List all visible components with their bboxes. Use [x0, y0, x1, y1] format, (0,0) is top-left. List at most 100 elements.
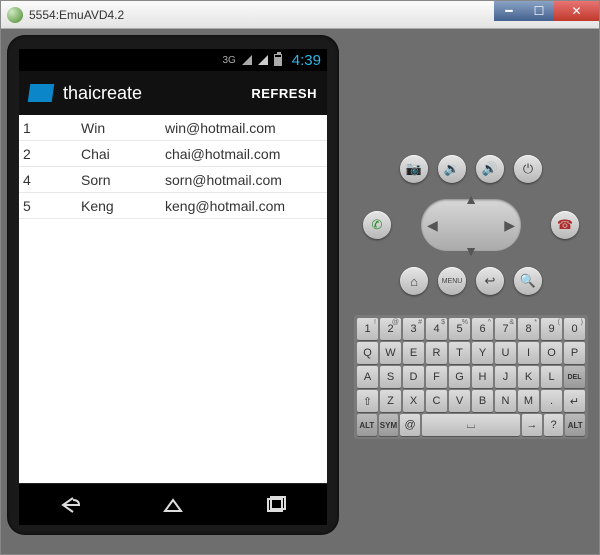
window-close-button[interactable]: ✕ [554, 1, 599, 21]
key-t[interactable]: T [449, 342, 470, 364]
list-item[interactable]: 1 Win win@hotmail.com [19, 115, 327, 141]
search-button[interactable]: 🔍 [514, 267, 542, 295]
list-item[interactable]: 2 Chai chai@hotmail.com [19, 141, 327, 167]
row-id: 4 [19, 172, 81, 188]
key-9[interactable]: 9( [541, 318, 562, 340]
key-2[interactable]: 2@ [380, 318, 401, 340]
key-3[interactable]: 3# [403, 318, 424, 340]
app-action-bar: thaicreate REFRESH [19, 71, 327, 115]
back-button[interactable]: ↩ [476, 267, 504, 295]
key-z[interactable]: Z [380, 390, 401, 412]
android-emulator-icon [7, 7, 23, 23]
key-i[interactable]: I [518, 342, 539, 364]
key-5[interactable]: 5% [449, 318, 470, 340]
dpad-right-icon[interactable]: ▶ [504, 217, 515, 234]
row-name: Win [81, 120, 165, 136]
row-name: Chai [81, 146, 165, 162]
key-v[interactable]: V [449, 390, 470, 412]
key-e[interactable]: E [403, 342, 424, 364]
key-7[interactable]: 7& [495, 318, 516, 340]
key-u[interactable]: U [495, 342, 516, 364]
dpad-down-icon[interactable]: ▼ [464, 243, 478, 259]
volume-up-button[interactable]: 🔊 [476, 155, 504, 183]
key-j[interactable]: J [495, 366, 516, 388]
refresh-button[interactable]: REFRESH [251, 86, 317, 101]
key-@[interactable]: @ [400, 414, 420, 436]
home-icon[interactable] [162, 496, 184, 514]
key-g[interactable]: G [449, 366, 470, 388]
list-item[interactable]: 4 Sorn sorn@hotmail.com [19, 167, 327, 193]
data-list: 1 Win win@hotmail.com 2 Chai chai@hotmai… [19, 115, 327, 483]
dpad-up-icon[interactable]: ▲ [464, 191, 478, 207]
key-?[interactable]: ? [544, 414, 564, 436]
emulator-keyboard: 1!2@3#4$5%6^7&8*9(0) QWERTYUIOP ASDFGHJK… [354, 315, 588, 439]
key-l[interactable]: L [541, 366, 562, 388]
key-del[interactable]: DEL [564, 366, 585, 388]
key-n[interactable]: N [495, 390, 516, 412]
row-id: 1 [19, 120, 81, 136]
key-x[interactable]: X [403, 390, 424, 412]
list-item[interactable]: 5 Keng keng@hotmail.com [19, 193, 327, 219]
row-email: sorn@hotmail.com [165, 172, 327, 188]
key-→[interactable]: → [522, 414, 542, 436]
key-4[interactable]: 4$ [426, 318, 447, 340]
row-name: Keng [81, 198, 165, 214]
key-p[interactable]: P [564, 342, 585, 364]
row-name: Sorn [81, 172, 165, 188]
key-␣[interactable]: ⌴ [422, 414, 520, 436]
app-title: thaicreate [63, 83, 241, 104]
key-b[interactable]: B [472, 390, 493, 412]
key-m[interactable]: M [518, 390, 539, 412]
key-q[interactable]: Q [357, 342, 378, 364]
volume-down-button[interactable]: 🔉 [438, 155, 466, 183]
key-0[interactable]: 0) [564, 318, 585, 340]
row-id: 5 [19, 198, 81, 214]
key-k[interactable]: K [518, 366, 539, 388]
dpad-left-icon[interactable]: ◀ [427, 217, 438, 234]
battery-icon [274, 54, 282, 66]
app-logo-icon [28, 84, 55, 102]
key-sym[interactable]: SYM [379, 414, 399, 436]
signal-icon [242, 55, 252, 65]
key-8[interactable]: 8* [518, 318, 539, 340]
row-email: chai@hotmail.com [165, 146, 327, 162]
key-f[interactable]: F [426, 366, 447, 388]
call-button[interactable]: ✆ [363, 211, 391, 239]
key-6[interactable]: 6^ [472, 318, 493, 340]
key-c[interactable]: C [426, 390, 447, 412]
power-button[interactable]: ⏻ [514, 155, 542, 183]
window-titlebar: 5554:EmuAVD4.2 ━ ☐ ✕ [1, 1, 599, 29]
key-⇧[interactable]: ⇧ [357, 390, 378, 412]
key-a[interactable]: A [357, 366, 378, 388]
key-d[interactable]: D [403, 366, 424, 388]
network-type-label: 3G [222, 55, 235, 66]
menu-button[interactable]: MENU [438, 267, 466, 295]
row-email: win@hotmail.com [165, 120, 327, 136]
android-nav-bar [19, 483, 327, 525]
key-s[interactable]: S [380, 366, 401, 388]
key-w[interactable]: W [380, 342, 401, 364]
key-↵[interactable]: ↵ [564, 390, 585, 412]
row-email: keng@hotmail.com [165, 198, 327, 214]
window-minimize-button[interactable]: ━ [494, 1, 524, 21]
key-h[interactable]: H [472, 366, 493, 388]
key-alt[interactable]: ALT [565, 414, 585, 436]
camera-button[interactable]: 📷 [400, 155, 428, 183]
row-id: 2 [19, 146, 81, 162]
key-.[interactable]: . [541, 390, 562, 412]
key-o[interactable]: O [541, 342, 562, 364]
emulator-hardware-controls: 📷 🔉 🔊 ⏻ ✆ ▲ ▼ ◀ ▶ ☎ [363, 155, 579, 295]
window-maximize-button[interactable]: ☐ [524, 1, 554, 21]
key-r[interactable]: R [426, 342, 447, 364]
home-button[interactable]: ⌂ [400, 267, 428, 295]
dpad[interactable]: ▲ ▼ ◀ ▶ [401, 189, 541, 261]
end-call-button[interactable]: ☎ [551, 211, 579, 239]
key-alt[interactable]: ALT [357, 414, 377, 436]
recent-apps-icon[interactable] [265, 496, 287, 514]
wifi-icon [258, 55, 268, 65]
key-1[interactable]: 1! [357, 318, 378, 340]
back-icon[interactable] [59, 496, 81, 514]
android-status-bar: 3G 4:39 [19, 49, 327, 71]
status-clock: 4:39 [292, 52, 321, 69]
key-y[interactable]: Y [472, 342, 493, 364]
